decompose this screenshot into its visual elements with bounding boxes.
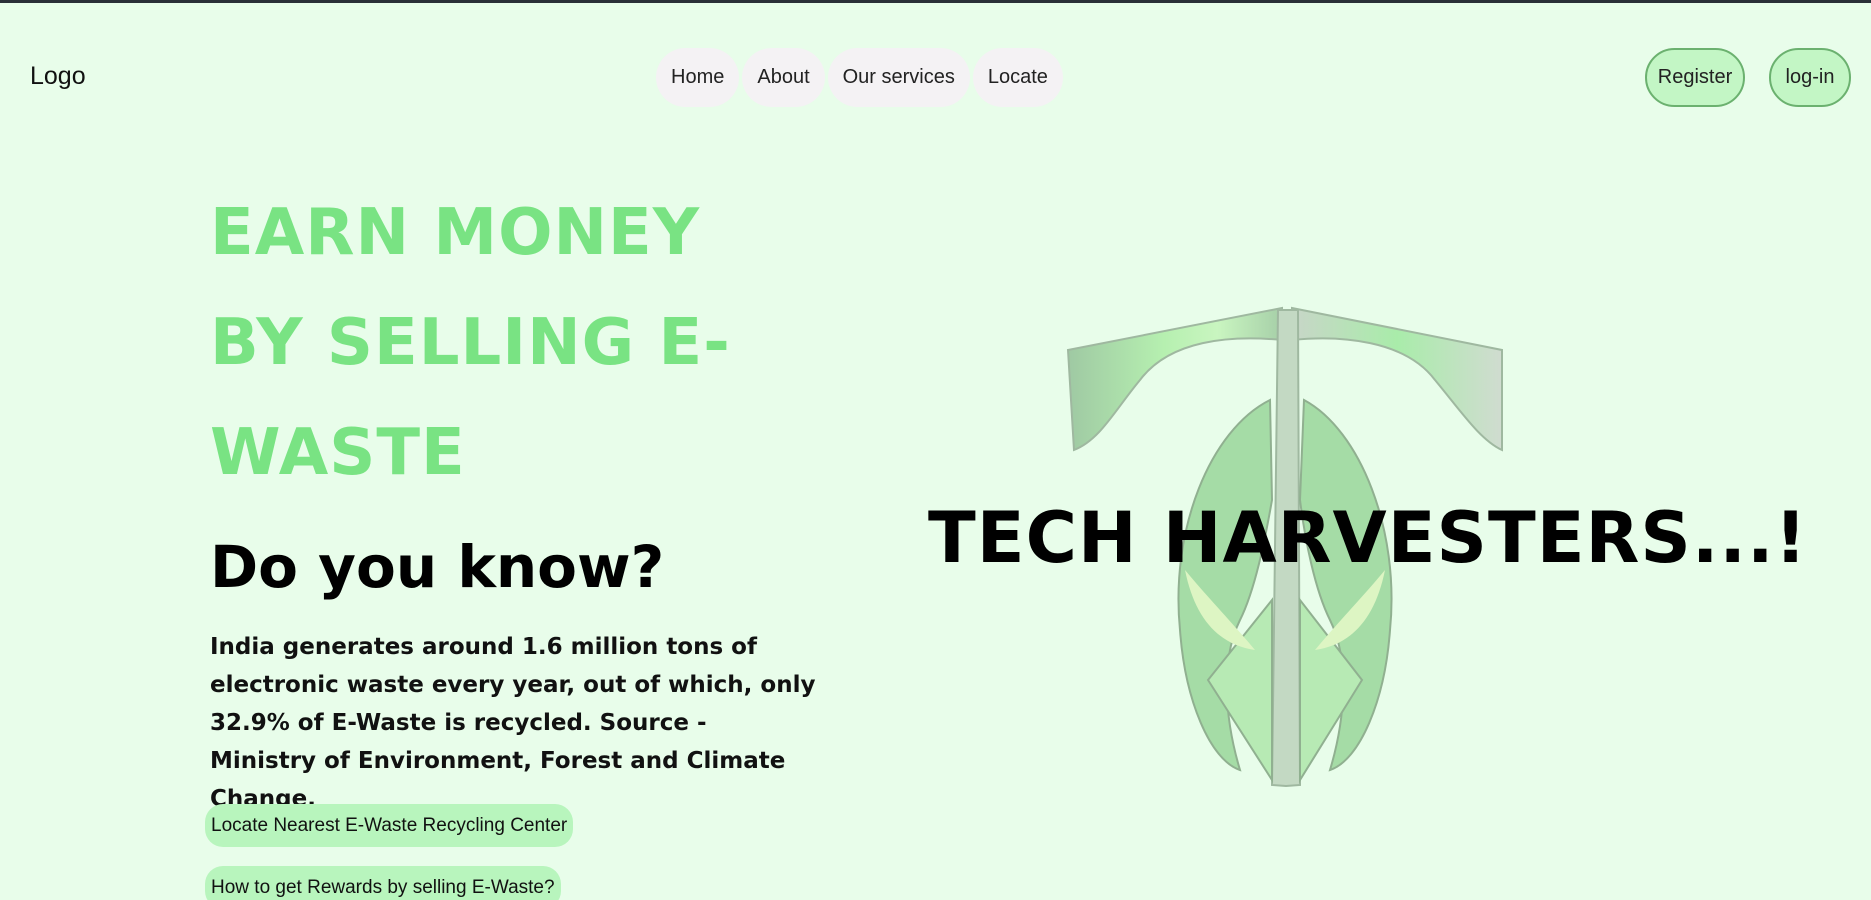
nav-home[interactable]: Home — [656, 48, 740, 107]
main-nav: Home About Our services Locate — [656, 48, 1063, 107]
brand-title: TECH HARVESTERS...! — [928, 497, 1808, 579]
nav-about[interactable]: About — [742, 48, 825, 107]
hero-headline: EARN MONEY BY SELLING E-WASTE — [210, 196, 731, 490]
do-you-know-heading: Do you know? — [210, 533, 665, 601]
register-button[interactable]: Register — [1645, 48, 1745, 107]
nav-locate[interactable]: Locate — [972, 48, 1063, 107]
ewaste-fact: India generates around 1.6 million tons … — [210, 634, 816, 812]
locate-center-button[interactable]: Locate Nearest E-Waste Recycling Center — [205, 804, 574, 847]
rewards-info-button[interactable]: How to get Rewards by selling E-Waste? — [205, 866, 561, 900]
window-top-strip — [0, 0, 1871, 3]
nav-our-services[interactable]: Our services — [827, 48, 970, 107]
login-button[interactable]: log-in — [1769, 48, 1851, 107]
site-logo[interactable]: Logo — [30, 62, 86, 91]
